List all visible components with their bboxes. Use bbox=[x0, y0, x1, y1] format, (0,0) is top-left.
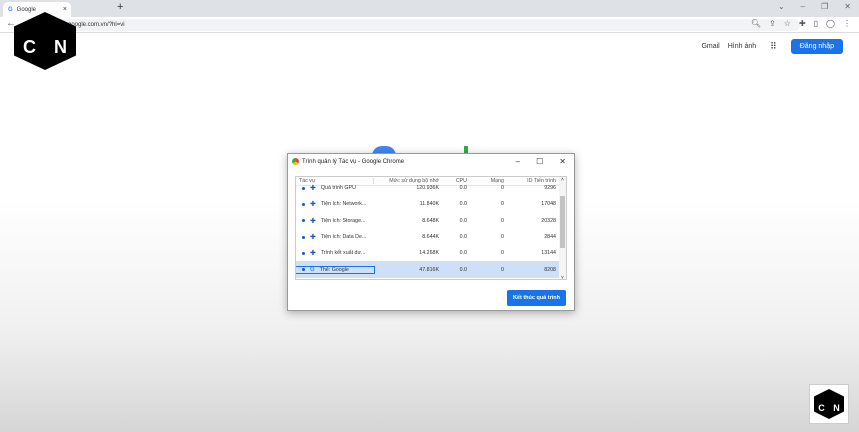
col-task[interactable]: Tác vụ bbox=[296, 178, 374, 184]
network-value: 0 bbox=[501, 250, 504, 257]
sidepanel-icon[interactable]: ▯ bbox=[814, 19, 818, 28]
bookmark-star-icon[interactable]: ☆ bbox=[784, 19, 791, 28]
scrollbar[interactable]: ˄ ˅ bbox=[559, 177, 566, 279]
network-value: 0 bbox=[501, 234, 504, 241]
menu-icon[interactable]: ⋮ bbox=[843, 19, 851, 28]
close-window-button[interactable]: ✕ bbox=[844, 2, 851, 11]
pid-value: 13144 bbox=[541, 250, 556, 257]
apps-grid-icon[interactable]: ⠿ bbox=[770, 41, 777, 52]
url-text: google.com.vn/?hl=vi bbox=[68, 22, 125, 28]
bullet-icon bbox=[302, 202, 305, 206]
memory-value: 14.268K bbox=[419, 250, 439, 257]
puzzle-icon: ✚ bbox=[310, 217, 316, 225]
new-tab-button[interactable]: + bbox=[117, 1, 123, 13]
task-name: Trình kết xuất dư... bbox=[320, 250, 366, 257]
extensions-icon[interactable]: ✚ bbox=[799, 19, 806, 28]
bullet-icon bbox=[302, 235, 305, 239]
cpu-value: 0.0 bbox=[459, 234, 467, 241]
cpu-value: 0.0 bbox=[459, 217, 467, 224]
pid-value: 2844 bbox=[544, 234, 556, 241]
cn-watermark-logo-bottom: CN bbox=[809, 384, 849, 424]
network-value: 0 bbox=[501, 266, 504, 273]
zoom-icon[interactable]: 🔍︎ bbox=[751, 19, 761, 28]
bullet-icon bbox=[302, 186, 305, 190]
table-row[interactable]: ✚ Tiện ích: Storage... 8.648K 0.0 0 20328 bbox=[296, 213, 566, 229]
bullet-icon bbox=[302, 251, 305, 255]
network-value: 0 bbox=[501, 201, 504, 208]
profile-icon[interactable]: ◯ bbox=[826, 19, 835, 28]
puzzle-icon: ✚ bbox=[310, 185, 316, 193]
pid-value: 20328 bbox=[541, 217, 556, 224]
pid-value: 8208 bbox=[544, 266, 556, 273]
task-name: Quá trình GPU bbox=[320, 185, 356, 192]
memory-value: 8.644K bbox=[422, 234, 439, 241]
google-icon: G bbox=[310, 266, 315, 273]
cpu-value: 0.0 bbox=[459, 201, 467, 208]
cpu-value: 0.0 bbox=[459, 185, 467, 192]
tab-search-icon[interactable]: ⌄ bbox=[778, 2, 785, 11]
pid-value: 17048 bbox=[541, 201, 556, 208]
pid-value: 9296 bbox=[544, 185, 556, 192]
tab-google[interactable]: G Google × bbox=[3, 2, 71, 17]
col-memory[interactable]: Mức sử dụng bộ nhớ bbox=[374, 178, 441, 184]
chrome-icon bbox=[292, 158, 299, 165]
memory-value: 11.840K bbox=[419, 201, 439, 208]
memory-value: 8.648K bbox=[422, 217, 439, 224]
col-pid[interactable]: ID Tiến trình bbox=[508, 178, 558, 184]
cpu-value: 0.0 bbox=[459, 250, 467, 257]
col-cpu[interactable]: CPU bbox=[441, 178, 473, 184]
restore-button[interactable]: ❐ bbox=[821, 2, 828, 11]
table-row[interactable]: G Thẻ: Google 47.816K 0.0 0 8208 bbox=[296, 261, 566, 278]
address-bar[interactable]: google.com.vn/?hl=vi bbox=[30, 19, 800, 31]
toolbar: ← google.com.vn/?hl=vi 🔍︎ ⇪ ☆ ✚ ▯ ◯ ⋮ bbox=[0, 17, 859, 33]
close-tab-icon[interactable]: × bbox=[63, 6, 67, 13]
end-process-button[interactable]: Kết thúc quá trình bbox=[506, 290, 566, 306]
table-row[interactable]: ✚ Tiện ích: Data De... 8.644K 0.0 0 2844 bbox=[296, 229, 566, 245]
table-row[interactable]: ✚ Tiện ích: Network... 11.840K 0.0 0 1704… bbox=[296, 196, 566, 212]
google-favicon-icon: G bbox=[8, 6, 13, 13]
col-network[interactable]: Mạng bbox=[473, 178, 508, 184]
cpu-value: 0.0 bbox=[459, 266, 467, 273]
task-manager-dialog: Trình quản lý Tác vụ - Google Chrome – ☐ ✕… bbox=[287, 153, 575, 311]
bullet-icon bbox=[302, 268, 305, 272]
puzzle-icon: ✚ bbox=[310, 234, 316, 242]
task-name: Tiện ích: Network... bbox=[320, 201, 367, 208]
puzzle-icon: ✚ bbox=[310, 250, 316, 258]
task-name: Tiện ích: Storage... bbox=[320, 217, 366, 224]
dialog-title: Trình quản lý Tác vụ - Google Chrome bbox=[302, 158, 405, 165]
share-icon[interactable]: ⇪ bbox=[769, 19, 776, 28]
tab-bar: G Google × + ⌄ – ❐ ✕ bbox=[0, 0, 859, 17]
tab-title: Google bbox=[16, 6, 37, 13]
network-value: 0 bbox=[501, 185, 504, 192]
memory-value: 120.936K bbox=[416, 185, 439, 192]
network-value: 0 bbox=[501, 217, 504, 224]
images-link[interactable]: Hình ảnh bbox=[728, 43, 756, 50]
memory-value: 47.816K bbox=[419, 266, 439, 273]
minimize-button[interactable]: – bbox=[801, 2, 805, 11]
process-table: Tác vụ Mức sử dụng bộ nhớ CPU Mạng ID Ti… bbox=[295, 176, 567, 280]
table-row[interactable]: ✚ Trình kết xuất dư... 14.268K 0.0 0 1314… bbox=[296, 245, 566, 261]
task-name: Tiện ích: Data De... bbox=[320, 234, 367, 241]
bullet-icon bbox=[302, 219, 305, 223]
minimize-button[interactable]: – bbox=[516, 157, 520, 166]
task-name: Thẻ: Google bbox=[319, 266, 349, 273]
gmail-link[interactable]: Gmail bbox=[701, 43, 719, 50]
close-button[interactable]: ✕ bbox=[559, 157, 566, 166]
signin-button[interactable]: Đăng nhập bbox=[790, 39, 843, 54]
puzzle-icon: ✚ bbox=[310, 201, 316, 209]
maximize-button[interactable]: ☐ bbox=[536, 157, 543, 166]
